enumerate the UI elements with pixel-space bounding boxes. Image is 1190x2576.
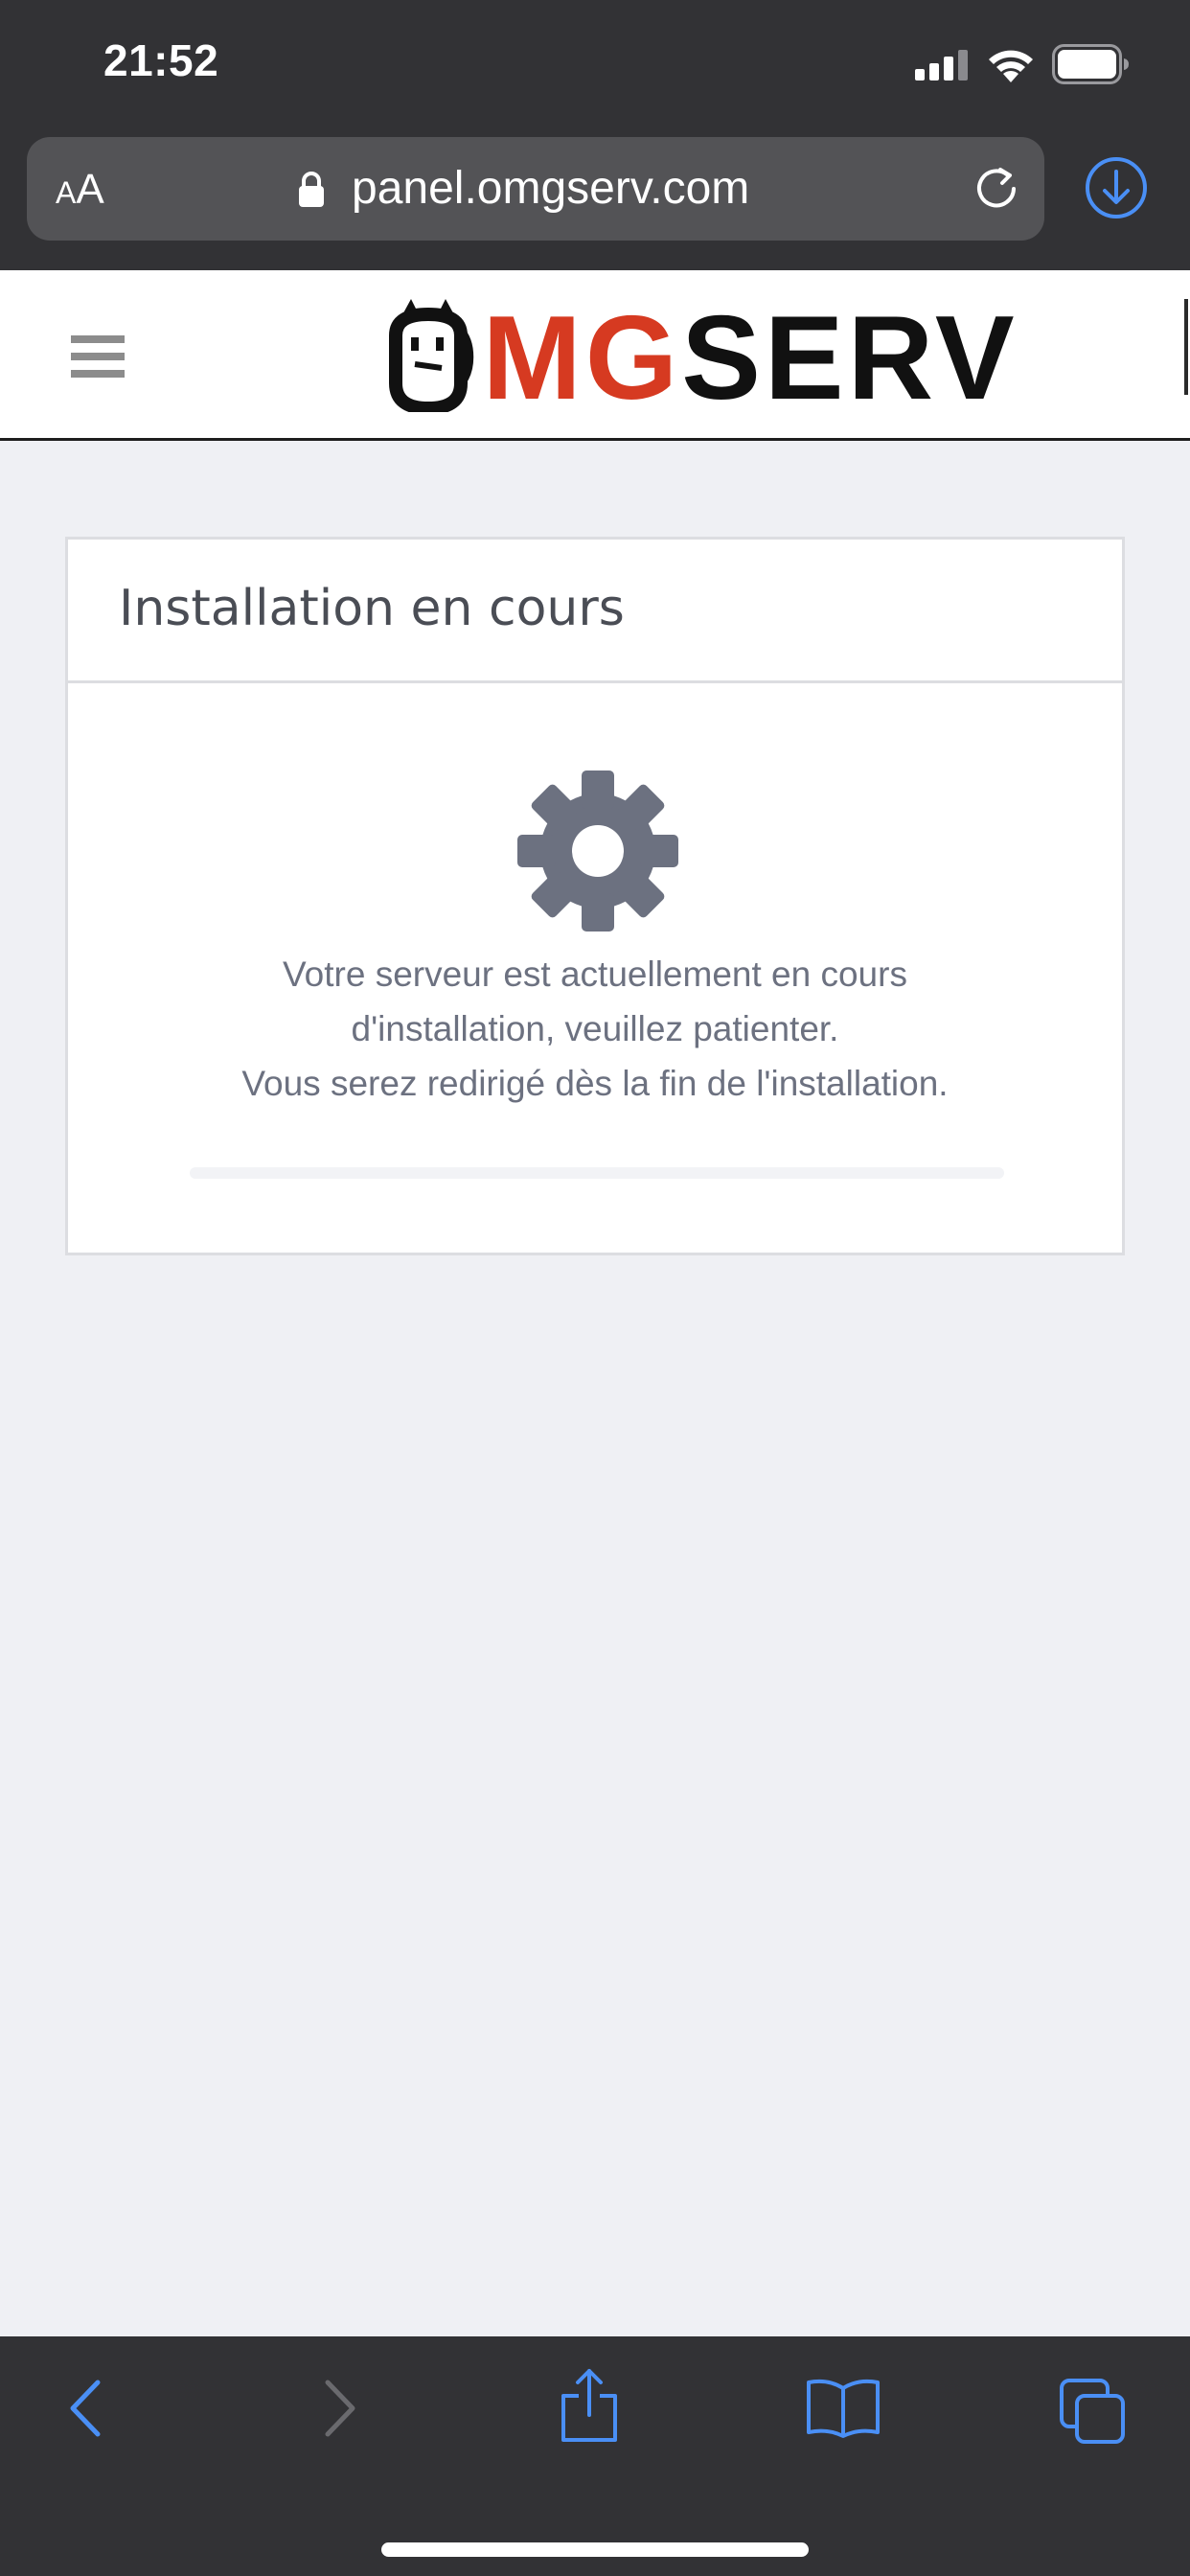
installation-progress-bar <box>190 1167 1004 1179</box>
text-size-small-glyph: A <box>56 175 77 210</box>
logo-serv: SERV <box>681 292 1018 425</box>
header-edge-divider <box>1184 299 1188 395</box>
lock-icon <box>299 172 324 207</box>
battery-icon <box>1052 44 1129 84</box>
installation-message: Votre serveur est actuellement en cours … <box>68 947 1122 1111</box>
status-time: 21:52 <box>103 35 219 85</box>
share-icon[interactable] <box>556 2367 623 2444</box>
card-header: Installation en cours <box>68 540 1122 683</box>
back-icon[interactable] <box>59 2375 109 2442</box>
forward-icon[interactable] <box>316 2375 366 2442</box>
address-bar[interactable]: A A panel.omgserv.com <box>27 137 1044 241</box>
cellular-signal-icon <box>915 50 968 80</box>
gear-icon <box>517 770 678 932</box>
browser-top-chrome: 21:52 A A panel.omgserv.com <box>0 0 1190 270</box>
text-size-button[interactable]: A A <box>56 166 104 214</box>
wifi-icon <box>989 50 1033 82</box>
site-header: OMGSERV <box>0 270 1190 441</box>
logo-mascot-icon <box>389 299 468 412</box>
page: 21:52 A A panel.omgserv.com MGSERV Insta… <box>0 0 1190 2576</box>
omgserv-logo[interactable]: OMGSERV <box>386 299 1015 418</box>
message-line-1: Votre serveur est actuellement en cours <box>283 954 907 994</box>
text-size-large-glyph: A <box>76 166 104 213</box>
card-title: Installation en cours <box>119 580 625 637</box>
bookmarks-icon[interactable] <box>805 2377 881 2440</box>
url-text[interactable]: panel.omgserv.com <box>352 160 749 218</box>
logo-text: OMGSERV <box>386 299 1018 418</box>
tabs-icon[interactable] <box>1058 2377 1127 2446</box>
message-line-3: Vous serez redirigé dès la fin de l'inst… <box>241 1064 949 1103</box>
browser-bottom-toolbar <box>0 2336 1190 2576</box>
hamburger-icon[interactable] <box>71 335 125 383</box>
message-line-2: d'installation, veuillez patienter. <box>351 1009 839 1048</box>
logo-mg: MG <box>482 292 682 425</box>
download-icon[interactable] <box>1084 155 1149 220</box>
installation-card: Installation en cours Votre serveur est … <box>65 537 1125 1255</box>
home-indicator <box>381 2542 809 2557</box>
reload-icon[interactable] <box>972 164 1021 214</box>
